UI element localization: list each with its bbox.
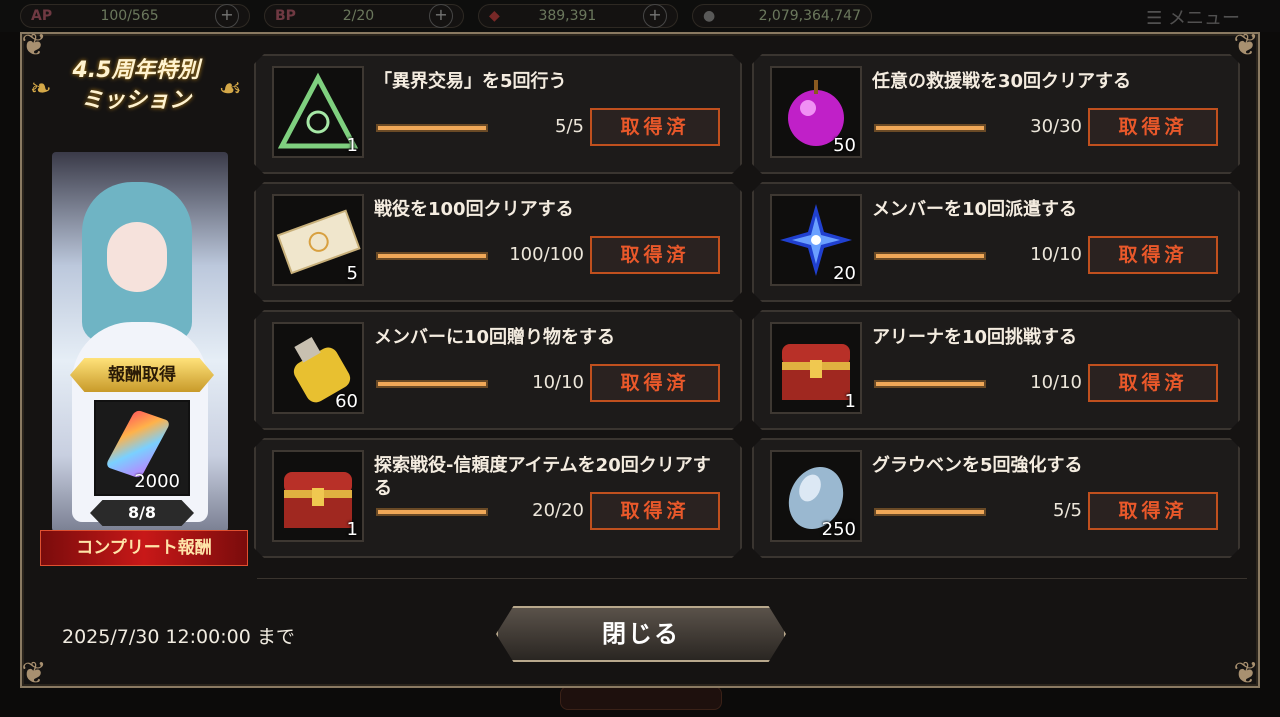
mission-progress-text: 20/20 bbox=[532, 500, 584, 521]
mission-card: 5 戦役を100回クリアする 100/100 取得済 bbox=[254, 182, 742, 302]
mission-card: 250 グラウベンを5回強化する 5/5 取得済 bbox=[752, 438, 1240, 558]
mission-card: 1 アリーナを10回挑戦する 10/10 取得済 bbox=[752, 310, 1240, 430]
mission-title: グラウベンを5回強化する bbox=[872, 455, 1083, 476]
mission-progress-bar bbox=[874, 124, 986, 132]
character-face bbox=[107, 222, 167, 292]
gem-plus-button[interactable]: + bbox=[643, 4, 667, 28]
close-button[interactable]: 閉じる bbox=[496, 606, 786, 662]
bp-label: BP bbox=[275, 8, 296, 24]
mission-reward-icon[interactable]: 1 bbox=[770, 322, 862, 414]
event-deadline: 2025/7/30 12:00:00 まで bbox=[62, 626, 295, 648]
event-title-line1: 4.5周年特別 bbox=[72, 58, 200, 83]
mission-progress-text: 10/10 bbox=[1030, 244, 1082, 265]
claimed-button[interactable]: 取得済 bbox=[1088, 236, 1218, 274]
ap-label: AP bbox=[31, 8, 53, 24]
claimed-button[interactable]: 取得済 bbox=[590, 108, 720, 146]
mission-title: メンバーを10回派遣する bbox=[872, 199, 1078, 220]
coin-resource: ● 2,079,364,747 bbox=[692, 4, 872, 28]
mission-dialog: ❦ ❦ ❦ ❦ ❧ 4.5周年特別 ミッション ☙ 報酬取得 2000 8/8 … bbox=[20, 28, 1260, 691]
mission-title: アリーナを10回挑戦する bbox=[872, 327, 1078, 348]
reward-quantity: 2000 bbox=[134, 471, 180, 492]
mission-progress-text: 10/10 bbox=[1030, 372, 1082, 393]
menu-icon: ☰ bbox=[1146, 8, 1168, 29]
mission-title: 任意の救援戦を30回クリアする bbox=[872, 71, 1132, 92]
mission-reward-icon[interactable]: 60 bbox=[272, 322, 364, 414]
gem-value: 389,391 bbox=[538, 8, 597, 24]
claimed-button[interactable]: 取得済 bbox=[1088, 492, 1218, 530]
gem-icon: ◆ bbox=[489, 8, 500, 24]
mission-card: 50 任意の救援戦を30回クリアする 30/30 取得済 bbox=[752, 54, 1240, 174]
mission-progress-bar bbox=[874, 380, 986, 388]
wing-left-icon: ❧ bbox=[30, 74, 52, 104]
background-stage-label bbox=[560, 686, 722, 710]
claimed-button[interactable]: 取得済 bbox=[590, 236, 720, 274]
reward-quantity: 60 bbox=[335, 391, 358, 412]
corner-ornament-icon: ❦ bbox=[1233, 656, 1259, 691]
mission-progress-text: 30/30 bbox=[1030, 116, 1082, 137]
event-sidebar: ❧ 4.5周年特別 ミッション ☙ 報酬取得 2000 8/8 コンプリート報酬 bbox=[22, 34, 252, 594]
reward-quantity: 1 bbox=[346, 135, 358, 156]
mission-reward-icon[interactable]: 20 bbox=[770, 194, 862, 286]
reward-quantity: 250 bbox=[821, 519, 856, 540]
mission-progress-bar bbox=[376, 252, 488, 260]
event-title: ❧ 4.5周年特別 ミッション ☙ bbox=[30, 56, 242, 126]
mission-card: 1 「異界交易」を5回行う 5/5 取得済 bbox=[254, 54, 742, 174]
mission-reward-icon[interactable]: 1 bbox=[272, 66, 364, 158]
reward-quantity: 1 bbox=[346, 519, 358, 540]
mission-card: 60 メンバーに10回贈り物をする 10/10 取得済 bbox=[254, 310, 742, 430]
mission-progress-text: 100/100 bbox=[509, 244, 584, 265]
mission-progress-badge: 8/8 bbox=[90, 500, 194, 526]
mission-progress-bar bbox=[874, 508, 986, 516]
claimed-button[interactable]: 取得済 bbox=[1088, 108, 1218, 146]
event-title-line2: ミッション bbox=[80, 88, 191, 113]
mission-title: メンバーに10回贈り物をする bbox=[374, 327, 616, 348]
bp-plus-button[interactable]: + bbox=[428, 4, 453, 28]
mission-title: 「異界交易」を5回行う bbox=[374, 71, 567, 92]
mission-progress-text: 10/10 bbox=[532, 372, 584, 393]
top-resource-bar: AP 100/565 + BP 2/20 + ◆ 389,391 + ● 2,0… bbox=[0, 0, 1280, 32]
mission-reward-icon[interactable]: 50 bbox=[770, 66, 862, 158]
mission-title: 戦役を100回クリアする bbox=[374, 199, 574, 220]
claimed-button[interactable]: 取得済 bbox=[590, 492, 720, 530]
complete-reward-banner: コンプリート報酬 bbox=[40, 530, 248, 566]
rainbow-crystal-icon bbox=[104, 409, 172, 479]
divider bbox=[257, 578, 1247, 579]
bp-resource: BP 2/20 + bbox=[264, 4, 464, 28]
mission-reward-icon[interactable]: 1 bbox=[272, 450, 364, 542]
complete-reward-item[interactable]: 2000 bbox=[94, 400, 190, 496]
reward-claim-button[interactable]: 報酬取得 bbox=[70, 358, 214, 392]
coin-icon: ● bbox=[703, 8, 716, 24]
wing-right-icon: ☙ bbox=[218, 74, 242, 104]
mission-card: 1 探索戦役-信頼度アイテムを20回クリアする 20/20 取得済 bbox=[254, 438, 742, 558]
bp-value: 2/20 bbox=[342, 8, 375, 24]
mission-progress-bar bbox=[376, 124, 488, 132]
coin-value: 2,079,364,747 bbox=[758, 8, 861, 24]
mission-reward-icon[interactable]: 250 bbox=[770, 450, 862, 542]
reward-quantity: 20 bbox=[833, 263, 856, 284]
claimed-button[interactable]: 取得済 bbox=[590, 364, 720, 402]
gem-resource: ◆ 389,391 + bbox=[478, 4, 678, 28]
mission-progress-text: 5/5 bbox=[555, 116, 584, 137]
ap-resource: AP 100/565 + bbox=[20, 4, 250, 28]
ap-value: 100/565 bbox=[100, 8, 159, 24]
ap-plus-button[interactable]: + bbox=[215, 4, 239, 28]
reward-quantity: 1 bbox=[844, 391, 856, 412]
reward-quantity: 50 bbox=[833, 135, 856, 156]
mission-progress-bar bbox=[874, 252, 986, 260]
corner-ornament-icon: ❦ bbox=[21, 656, 47, 691]
claimed-button[interactable]: 取得済 bbox=[1088, 364, 1218, 402]
mission-progress-bar bbox=[376, 508, 488, 516]
mission-card: 20 メンバーを10回派遣する 10/10 取得済 bbox=[752, 182, 1240, 302]
mission-progress-text: 5/5 bbox=[1053, 500, 1082, 521]
reward-quantity: 5 bbox=[346, 263, 358, 284]
mission-progress-bar bbox=[376, 380, 488, 388]
mission-reward-icon[interactable]: 5 bbox=[272, 194, 364, 286]
